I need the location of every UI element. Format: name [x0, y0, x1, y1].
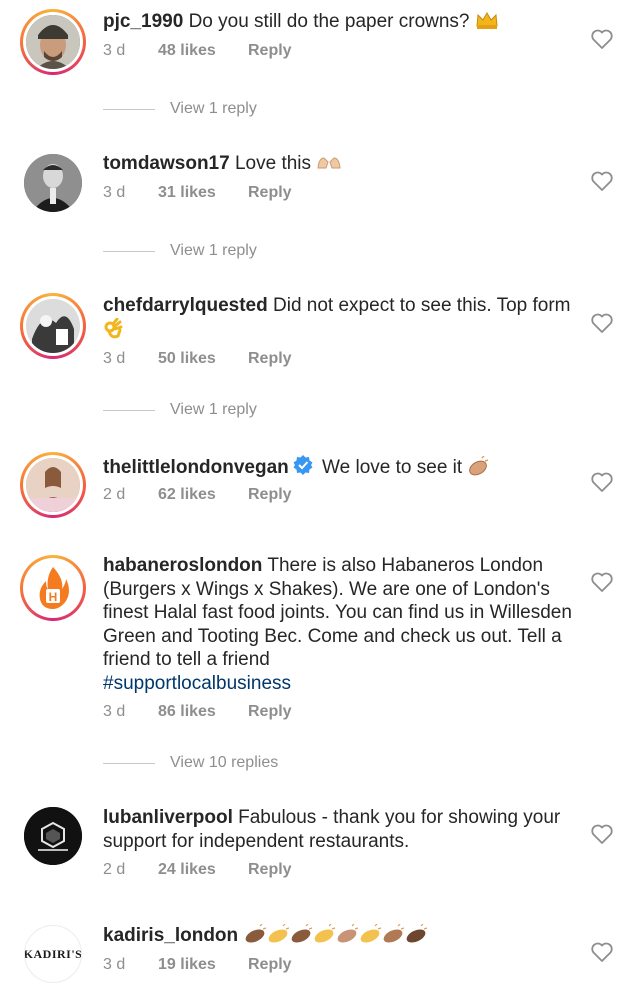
likes-count[interactable]: 50 likes: [158, 350, 248, 368]
avatar[interactable]: KADIRI'S: [20, 921, 86, 987]
comment-text: thelittlelondonvegan We love to see it: [103, 454, 573, 483]
comment-username[interactable]: lubanliverpool: [103, 807, 233, 828]
view-replies-button[interactable]: View 1 reply: [103, 401, 257, 419]
reply-button[interactable]: Reply: [248, 703, 292, 721]
raised-hands-icon: [316, 154, 342, 179]
reply-button[interactable]: Reply: [248, 486, 292, 504]
avatar[interactable]: [20, 452, 86, 518]
clapping-hands-icon: [243, 923, 433, 951]
avatar[interactable]: [20, 293, 86, 359]
likes-count[interactable]: 62 likes: [158, 486, 248, 504]
likes-count[interactable]: 19 likes: [158, 956, 248, 974]
avatar[interactable]: [20, 150, 86, 216]
comment-time: 3 d: [103, 703, 126, 720]
comment-text: lubanliverpool Fabulous - thank you for …: [103, 806, 573, 853]
comment-body: Do you still do the paper crowns?: [183, 11, 475, 32]
comment-text: habaneroslondon There is also Habaneros …: [103, 554, 573, 695]
avatar[interactable]: H: [20, 555, 86, 621]
divider-line: [103, 409, 155, 411]
comment-username[interactable]: chefdarrylquested: [103, 295, 268, 316]
heart-icon[interactable]: [590, 170, 614, 192]
view-replies-button[interactable]: View 1 reply: [103, 242, 257, 260]
comment-time: 2 d: [103, 861, 126, 878]
heart-icon[interactable]: [590, 823, 614, 845]
likes-count[interactable]: 24 likes: [158, 861, 248, 879]
comment-meta: 3 d 31 likes Reply: [103, 184, 292, 202]
view-replies-button[interactable]: View 1 reply: [103, 100, 257, 118]
crown-icon: [475, 10, 499, 37]
svg-text:H: H: [49, 590, 58, 604]
heart-icon[interactable]: [590, 312, 614, 334]
reply-button[interactable]: Reply: [248, 184, 292, 202]
comment-body: Did not expect to see this. Top form: [267, 295, 571, 316]
ok-hand-icon: [103, 317, 123, 347]
comment-text: chefdarrylquested Did not expect to see …: [103, 294, 573, 346]
reply-button[interactable]: Reply: [248, 956, 292, 974]
reply-button[interactable]: Reply: [248, 350, 292, 368]
comment-time: 3 d: [103, 350, 126, 367]
comment-meta: 3 d 19 likes Reply: [103, 956, 292, 974]
avatar[interactable]: [20, 9, 86, 75]
reply-button[interactable]: Reply: [248, 42, 292, 60]
comment-time: 3 d: [103, 956, 126, 973]
heart-icon[interactable]: [590, 471, 614, 493]
comment-username[interactable]: pjc_1990: [103, 11, 183, 32]
comment-meta: 2 d 24 likes Reply: [103, 861, 292, 879]
comment-body: Love this: [229, 153, 317, 174]
comment-meta: 3 d 50 likes Reply: [103, 350, 292, 368]
comment-text: tomdawson17 Love this: [103, 152, 573, 179]
likes-count[interactable]: 48 likes: [158, 42, 248, 60]
view-replies-button[interactable]: View 10 replies: [103, 754, 278, 772]
comment-username[interactable]: kadiris_london: [103, 925, 238, 946]
likes-count[interactable]: 31 likes: [158, 184, 248, 202]
comment-meta: 2 d 62 likes Reply: [103, 486, 292, 504]
reply-button[interactable]: Reply: [248, 861, 292, 879]
comment-body: We love to see it: [316, 457, 468, 478]
comment-time: 3 d: [103, 42, 126, 59]
kadiris-logo: KADIRI'S: [24, 946, 82, 961]
avatar[interactable]: [20, 803, 86, 869]
likes-count[interactable]: 86 likes: [158, 703, 248, 721]
hashtag-link[interactable]: #supportlocalbusiness: [103, 673, 291, 694]
comment-time: 3 d: [103, 184, 126, 201]
comment-username[interactable]: thelittlelondonvegan: [103, 457, 289, 478]
heart-icon[interactable]: [590, 28, 614, 50]
heart-icon[interactable]: [590, 571, 614, 593]
comment-text: kadiris_london: [103, 923, 573, 951]
comment-meta: 3 d 48 likes Reply: [103, 42, 292, 60]
divider-line: [103, 250, 155, 252]
heart-icon[interactable]: [590, 941, 614, 963]
comment-username[interactable]: tomdawson17: [103, 153, 230, 174]
comment-text: pjc_1990 Do you still do the paper crown…: [103, 10, 573, 37]
comment-meta: 3 d 86 likes Reply: [103, 703, 292, 721]
comment-username[interactable]: habaneroslondon: [103, 555, 262, 576]
verified-badge-icon: [292, 454, 314, 483]
clapping-hands-icon: [467, 455, 489, 483]
divider-line: [103, 762, 155, 764]
comment-time: 2 d: [103, 486, 126, 503]
divider-line: [103, 108, 155, 110]
